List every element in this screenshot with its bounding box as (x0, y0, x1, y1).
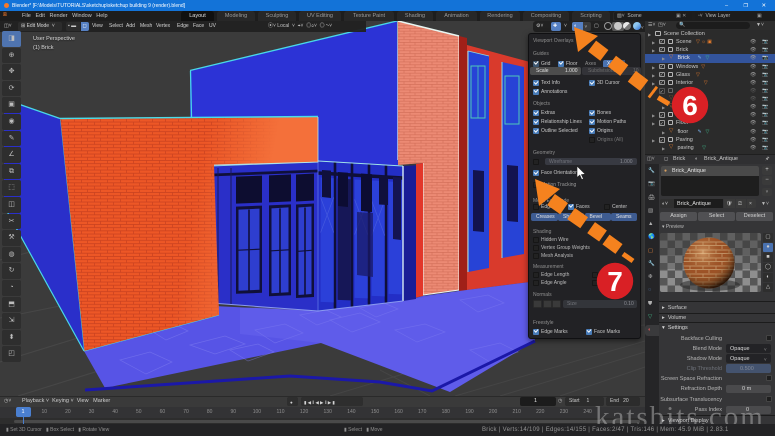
svg-text:7: 7 (607, 266, 623, 297)
svg-text:6: 6 (682, 90, 698, 121)
